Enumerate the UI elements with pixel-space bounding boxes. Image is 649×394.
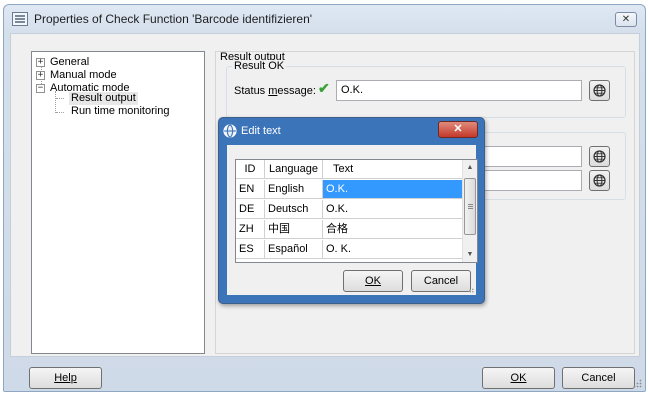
translations-grid[interactable]: ID Language Text EN English O.K. DE Deut… (235, 159, 478, 263)
column-header-text[interactable]: Text (323, 160, 463, 179)
tree-item-result-output[interactable]: Result output (69, 92, 138, 105)
help-button[interactable]: Help (29, 367, 102, 389)
cell-id: DE (236, 200, 265, 219)
expand-icon[interactable]: + (36, 71, 45, 80)
translate-field-1-button[interactable] (589, 146, 610, 167)
globe-icon (593, 84, 606, 97)
cell-language: English (265, 180, 323, 199)
resize-grip-icon[interactable] (632, 378, 642, 388)
cell-id: ES (236, 240, 265, 259)
tree-line (56, 112, 64, 113)
status-message-field[interactable]: O.K. (336, 80, 582, 101)
category-tree[interactable]: + General + Manual mode − Automatic mode… (31, 51, 205, 354)
title-bar[interactable]: Properties of Check Function 'Barcode id… (4, 5, 645, 33)
globe-icon (223, 124, 237, 138)
translate-status-message-button[interactable] (589, 80, 610, 101)
window-title: Properties of Check Function 'Barcode id… (34, 12, 313, 26)
collapse-icon[interactable]: − (36, 84, 45, 93)
expand-icon[interactable]: + (36, 58, 45, 67)
tree-item-label: Result output (71, 92, 136, 104)
cell-language: Deutsch (265, 200, 323, 219)
popup-cancel-button[interactable]: Cancel (411, 270, 471, 292)
cell-text[interactable]: O.K. (323, 200, 463, 219)
cell-language: Español (265, 240, 323, 259)
result-ok-group-label: Result OK (232, 60, 287, 72)
tree-item-run-time-monitoring[interactable]: Run time monitoring (71, 105, 169, 118)
window-close-button[interactable]: ✕ (615, 12, 637, 27)
cell-language: 中国 (265, 220, 323, 239)
popup-title-bar[interactable]: Edit text ✕ (219, 118, 484, 144)
properties-window-icon (12, 12, 28, 26)
ok-button[interactable]: OK (482, 367, 555, 389)
popup-close-button[interactable]: ✕ (438, 121, 478, 138)
tree-item-label: Run time monitoring (71, 105, 170, 117)
tree-item-label: General (50, 56, 90, 68)
cancel-button[interactable]: Cancel (562, 367, 635, 389)
cell-text[interactable]: O. K. (323, 240, 463, 259)
cell-id: ZH (236, 220, 265, 239)
status-message-label: Status message: (234, 85, 316, 97)
cell-id: EN (236, 180, 265, 199)
popup-client-area: ID Language Text EN English O.K. DE Deut… (226, 144, 478, 296)
column-header-id[interactable]: ID (236, 160, 265, 179)
cell-text[interactable]: O.K. (323, 180, 463, 199)
checkmark-icon: ✔ (318, 80, 330, 96)
scrollbar-thumb[interactable] (464, 178, 476, 235)
grid-vertical-scrollbar[interactable]: ▲ ▼ (462, 160, 477, 262)
scroll-up-arrow-icon[interactable]: ▲ (463, 160, 477, 175)
tree-item-label: Manual mode (50, 69, 117, 81)
globe-icon (593, 174, 606, 187)
globe-icon (593, 150, 606, 163)
popup-title: Edit text (241, 125, 281, 137)
translate-field-2-button[interactable] (589, 170, 610, 191)
popup-ok-button[interactable]: OK (343, 270, 403, 292)
column-header-language[interactable]: Language (265, 160, 323, 179)
resize-grip-icon[interactable] (466, 285, 474, 293)
edit-text-dialog: Edit text ✕ ID Language Text EN English … (218, 117, 485, 304)
tree-line (56, 98, 64, 99)
scroll-down-arrow-icon[interactable]: ▼ (463, 247, 477, 262)
cell-text[interactable]: 合格 (323, 220, 463, 239)
